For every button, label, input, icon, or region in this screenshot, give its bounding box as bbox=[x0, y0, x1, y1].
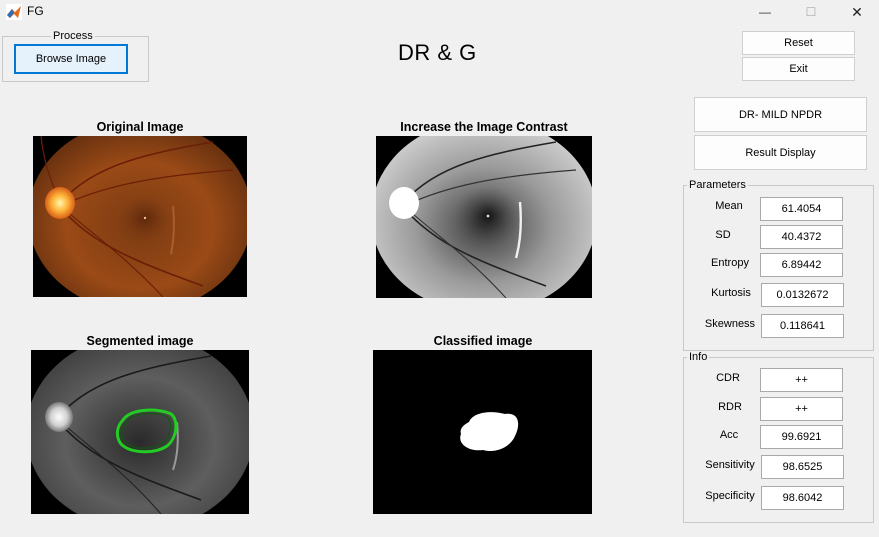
reset-button[interactable]: Reset bbox=[742, 31, 855, 55]
acc-label: Acc bbox=[719, 429, 739, 441]
window-title: FG bbox=[27, 4, 44, 18]
sd-field[interactable]: 40.4372 bbox=[760, 225, 843, 249]
browse-image-button[interactable]: Browse Image bbox=[14, 44, 128, 74]
specificity-label: Specificity bbox=[705, 490, 755, 502]
result-display-button[interactable]: Result Display bbox=[694, 135, 867, 170]
exit-button[interactable]: Exit bbox=[742, 57, 855, 81]
classified-image-heading: Classified image bbox=[433, 334, 533, 348]
sd-label: SD bbox=[715, 229, 731, 241]
maximize-button[interactable]: ☐ bbox=[788, 0, 834, 24]
minimize-button[interactable]: — bbox=[742, 0, 788, 24]
skewness-field[interactable]: 0.118641 bbox=[761, 314, 844, 338]
close-icon: ✕ bbox=[851, 3, 863, 20]
rdr-field[interactable]: ++ bbox=[760, 397, 843, 421]
kurtosis-label: Kurtosis bbox=[711, 287, 751, 299]
contrast-image-heading: Increase the Image Contrast bbox=[400, 120, 568, 134]
classified-image bbox=[373, 350, 592, 514]
sensitivity-field[interactable]: 98.6525 bbox=[761, 455, 844, 479]
cdr-field[interactable]: ++ bbox=[760, 368, 843, 392]
parameters-legend: Parameters bbox=[687, 179, 748, 191]
mean-field[interactable]: 61.4054 bbox=[760, 197, 843, 221]
original-image-heading: Original Image bbox=[96, 120, 184, 134]
segmented-image-heading: Segmented image bbox=[86, 334, 194, 348]
entropy-label: Entropy bbox=[711, 257, 749, 269]
entropy-field[interactable]: 6.89442 bbox=[760, 253, 843, 277]
sensitivity-label: Sensitivity bbox=[705, 459, 755, 471]
diagnosis-result: DR- MILD NPDR bbox=[694, 97, 867, 132]
skewness-label: Skewness bbox=[704, 318, 756, 330]
page-title: DR & G bbox=[398, 40, 477, 65]
close-button[interactable]: ✕ bbox=[834, 0, 879, 24]
rdr-label: RDR bbox=[718, 401, 742, 413]
info-legend: Info bbox=[687, 351, 710, 363]
original-image bbox=[33, 136, 247, 297]
acc-field[interactable]: 99.6921 bbox=[760, 425, 843, 449]
process-legend: Process bbox=[51, 30, 95, 42]
kurtosis-field[interactable]: 0.0132672 bbox=[761, 283, 844, 307]
minimize-icon: — bbox=[759, 5, 771, 19]
matlab-icon bbox=[6, 4, 22, 20]
cdr-label: CDR bbox=[716, 372, 740, 384]
contrast-image bbox=[376, 136, 592, 298]
maximize-icon: ☐ bbox=[805, 5, 817, 19]
mean-label: Mean bbox=[715, 200, 743, 212]
segmented-image bbox=[31, 350, 249, 514]
specificity-field[interactable]: 98.6042 bbox=[761, 486, 844, 510]
